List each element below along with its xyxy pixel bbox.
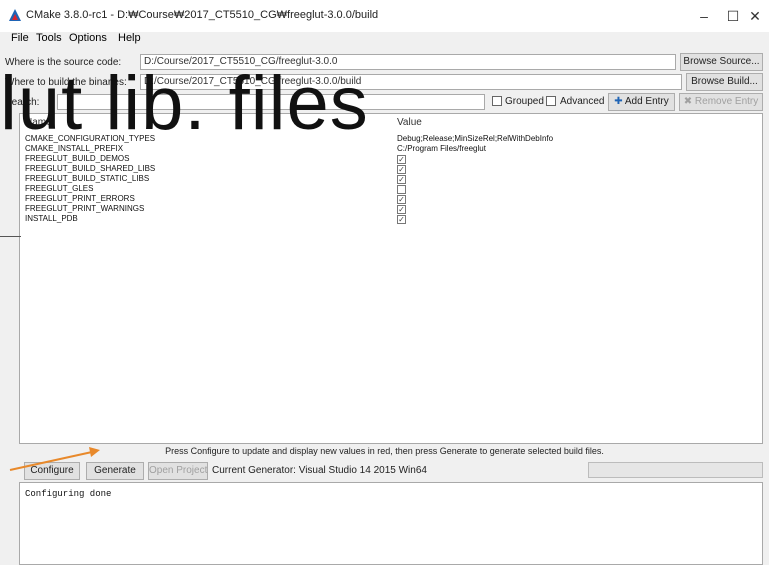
annotation-arrow: [9, 447, 100, 471]
arrow-head: [89, 447, 100, 457]
arrow-shaft: [9, 451, 93, 471]
